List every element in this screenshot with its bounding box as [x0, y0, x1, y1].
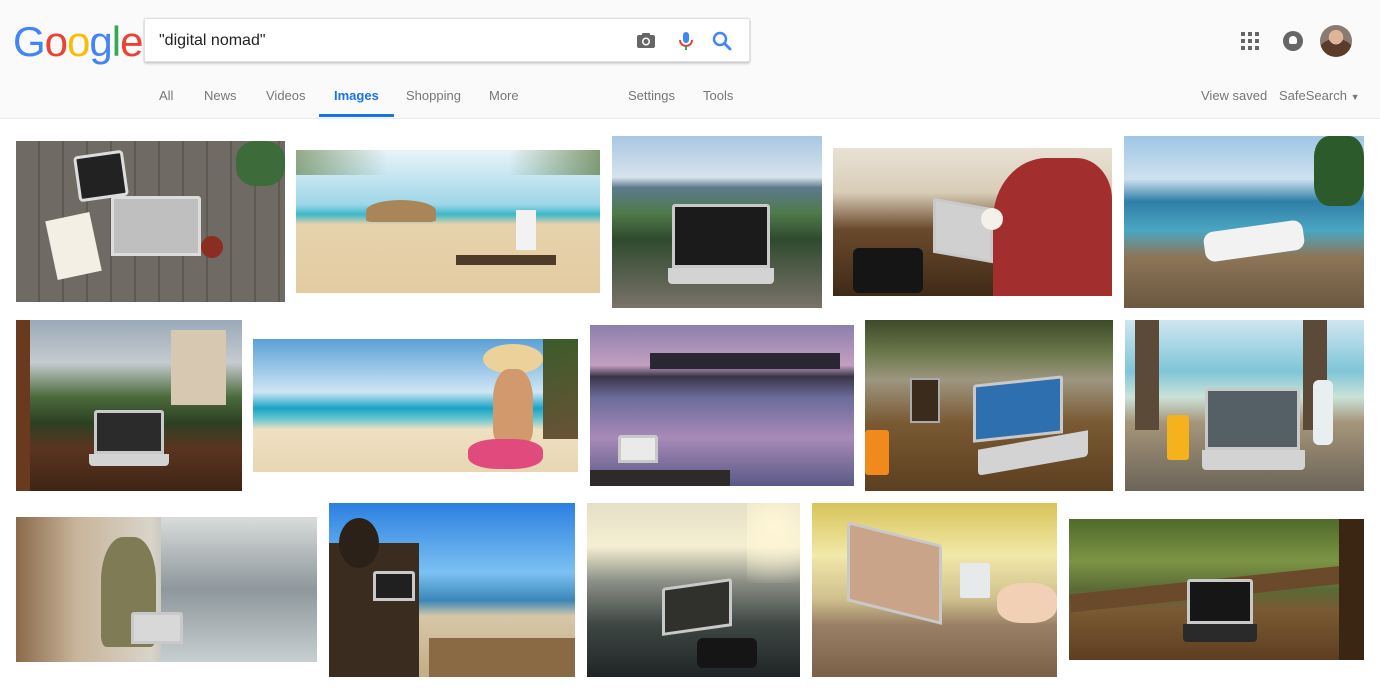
notifications-icon[interactable] [1283, 31, 1303, 51]
search-box [144, 18, 750, 62]
tab-more[interactable]: More [489, 88, 519, 117]
tab-videos[interactable]: Videos [266, 88, 306, 117]
tab-news[interactable]: News [204, 88, 237, 117]
safesearch-label: SafeSearch [1279, 88, 1347, 103]
logo-letter: l [111, 18, 121, 65]
image-result[interactable] [16, 517, 317, 662]
image-result[interactable] [587, 503, 800, 677]
tab-images[interactable]: Images [319, 88, 394, 117]
image-result[interactable] [1124, 136, 1364, 308]
image-result[interactable] [16, 320, 242, 491]
view-saved-link[interactable]: View saved [1201, 88, 1267, 103]
image-result[interactable] [16, 141, 285, 302]
logo-letter: G [13, 18, 46, 65]
chevron-down-icon: ▼ [1350, 92, 1360, 102]
tab-settings[interactable]: Settings [628, 88, 675, 117]
image-result[interactable] [253, 339, 578, 472]
image-result[interactable] [833, 148, 1112, 296]
logo-letter: o [44, 18, 68, 65]
camera-icon[interactable] [635, 30, 657, 52]
safesearch-dropdown[interactable]: SafeSearch ▼ [1279, 88, 1359, 103]
logo-letter: o [67, 18, 90, 65]
tab-tools[interactable]: Tools [703, 88, 733, 117]
search-input[interactable] [159, 30, 629, 52]
image-result[interactable] [1069, 519, 1364, 660]
image-result[interactable] [865, 320, 1113, 491]
image-result[interactable] [612, 136, 822, 308]
image-result[interactable] [590, 325, 854, 486]
image-result[interactable] [1125, 320, 1364, 491]
logo-letter: e [120, 18, 143, 65]
tab-all[interactable]: All [159, 88, 173, 117]
image-result[interactable] [812, 503, 1057, 677]
header: Google All News Videos Images Shopping M… [0, 0, 1380, 119]
search-tabs: All News Videos Images Shopping More Set… [0, 80, 1380, 119]
tab-shopping[interactable]: Shopping [406, 88, 461, 117]
logo-letter: g [89, 18, 112, 65]
google-logo[interactable]: Google [13, 18, 143, 66]
image-result[interactable] [329, 503, 575, 677]
apps-grid-icon[interactable] [1241, 32, 1259, 50]
image-result[interactable] [296, 150, 600, 293]
avatar[interactable] [1320, 25, 1352, 57]
mic-icon[interactable] [675, 30, 697, 52]
search-icon[interactable] [711, 30, 733, 52]
